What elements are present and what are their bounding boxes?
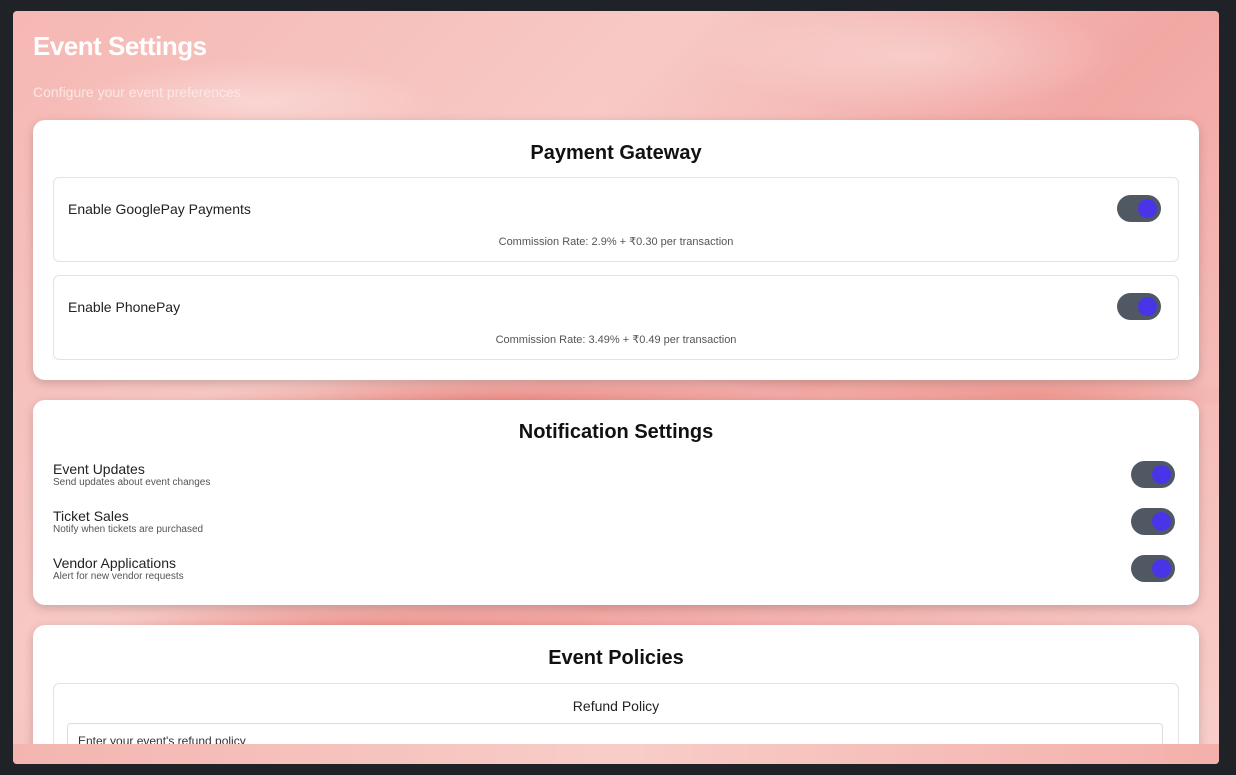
settings-window: Event Settings Configure your event pref… (13, 11, 1219, 764)
event-updates-title: Event Updates (53, 461, 145, 477)
vendor-applications-toggle[interactable] (1131, 555, 1175, 582)
phonepay-option: Enable PhonePay Commission Rate: 3.49% +… (53, 275, 1179, 360)
event-policies-heading: Event Policies (548, 647, 684, 669)
googlepay-option: Enable GooglePay Payments Commission Rat… (53, 177, 1179, 262)
toggle-knob (1152, 559, 1171, 578)
phonepay-commission-rate: Commission Rate: 3.49% + ₹0.49 per trans… (495, 334, 737, 346)
payment-gateway-heading: Payment Gateway (530, 142, 702, 164)
googlepay-toggle[interactable] (1117, 195, 1161, 222)
googlepay-label: Enable GooglePay Payments (68, 201, 251, 217)
ticket-sales-row: Ticket Sales Notify when tickets are pur… (53, 508, 1175, 544)
toggle-knob (1152, 465, 1171, 484)
phonepay-label: Enable PhonePay (68, 299, 181, 315)
notification-settings-heading: Notification Settings (518, 421, 714, 443)
payment-gateway-card: Payment Gateway Enable GooglePay Payment… (33, 120, 1199, 380)
page-title: Event Settings (33, 31, 207, 61)
vendor-applications-desc: Alert for new vendor requests (53, 571, 184, 582)
refund-policy-label: Refund Policy (572, 698, 660, 714)
event-updates-row: Event Updates Send updates about event c… (53, 461, 1175, 497)
ticket-sales-desc: Notify when tickets are purchased (53, 524, 204, 535)
background-strip (13, 744, 1219, 764)
ticket-sales-title: Ticket Sales (53, 508, 129, 524)
toggle-knob (1152, 512, 1171, 531)
phonepay-toggle[interactable] (1117, 293, 1161, 320)
toggle-knob (1138, 199, 1157, 218)
toggle-knob (1138, 297, 1157, 316)
vendor-applications-title: Vendor Applications (53, 555, 176, 571)
event-updates-desc: Send updates about event changes (53, 477, 211, 488)
googlepay-commission-rate: Commission Rate: 2.9% + ₹0.30 per transa… (498, 236, 734, 248)
page-subtitle: Configure your event preferences (33, 84, 241, 100)
event-updates-toggle[interactable] (1131, 461, 1175, 488)
ticket-sales-toggle[interactable] (1131, 508, 1175, 535)
vendor-applications-row: Vendor Applications Alert for new vendor… (53, 555, 1175, 591)
notification-settings-card: Notification Settings Event Updates Send… (33, 400, 1199, 605)
